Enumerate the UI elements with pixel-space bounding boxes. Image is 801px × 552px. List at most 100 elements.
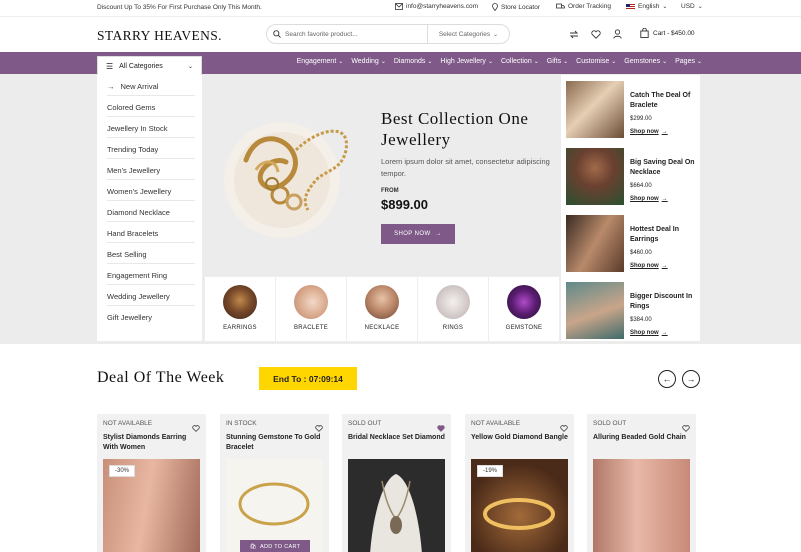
product-name[interactable]: Yellow Gold Diamond Bangle (471, 433, 569, 443)
mail-icon (395, 3, 403, 10)
banner-price: $899.00 (381, 197, 428, 212)
arrow-right-icon: → (107, 82, 115, 91)
sidebar-item-trending-today[interactable]: Trending Today (107, 145, 195, 159)
sidebar-item-wedding-jewellery[interactable]: Wedding Jewellery (107, 292, 195, 306)
order-tracking-link[interactable]: Order Tracking (556, 3, 611, 10)
compare-button[interactable] (567, 27, 581, 41)
product-card[interactable]: SOLD OUT Alluring Beaded Gold Chain (587, 414, 696, 552)
arrow-right-icon: → (661, 263, 668, 269)
sidebar-item-gift-jewellery[interactable]: Gift Jewellery (107, 313, 195, 326)
product-name[interactable]: Stylist Diamonds Earring With Women (103, 433, 201, 453)
nav-label: Wedding (351, 58, 379, 65)
add-to-cart-label: ADD TO CART (260, 544, 301, 550)
nav-item-collection[interactable]: Collection ⌄ (501, 58, 539, 65)
sidebar-item-colored-gems[interactable]: Colored Gems (107, 103, 195, 117)
sidebar-item-engagement-ring[interactable]: Engagement Ring (107, 271, 195, 285)
next-button[interactable]: → (682, 370, 700, 388)
promo-text: Discount Up To 35% For First Purchase On… (97, 4, 262, 11)
nav-item-high-jewellery[interactable]: High Jewellery ⌄ (440, 58, 493, 65)
category-braclete[interactable]: BRACLETE (276, 277, 347, 341)
top-bar: Discount Up To 35% For First Purchase On… (0, 0, 801, 16)
deal-price: $384.00 (630, 317, 652, 323)
product-name[interactable]: Stunning Gemstone To Gold Bracelet (226, 433, 324, 453)
shop-now-link[interactable]: Shop now → (630, 263, 668, 269)
nav-item-wedding[interactable]: Wedding ⌄ (351, 58, 386, 65)
product-name[interactable]: Bridal Necklace Set Diamond (348, 433, 446, 443)
language-select[interactable]: English ⌄ (626, 3, 667, 10)
currency-select[interactable]: USD ⌄ (681, 3, 703, 10)
shop-now-button[interactable]: SHOP NOW → (381, 224, 455, 244)
wishlist-button[interactable] (589, 27, 603, 41)
product-status: NOT AVAILABLE (103, 420, 153, 427)
shop-now-link[interactable]: Shop now → (630, 196, 668, 202)
gemstone-image (507, 285, 541, 319)
shop-now-link[interactable]: Shop now → (630, 129, 668, 135)
sidebar-item-diamond-necklace[interactable]: Diamond Necklace (107, 208, 195, 222)
product-image: -19% (471, 459, 568, 552)
logo[interactable]: STARRY HEAVENS. (97, 28, 222, 44)
all-categories-button[interactable]: ☰ All Categories ⌄ (97, 56, 202, 75)
deal-price: $664.00 (630, 183, 652, 189)
nav-menu: Engagement ⌄ Wedding ⌄ Diamonds ⌄ High Jewe… (297, 58, 702, 65)
product-name[interactable]: Alluring Beaded Gold Chain (593, 433, 691, 443)
category-necklace[interactable]: NECKLACE (347, 277, 418, 341)
search-input[interactable]: Search favorite product... (267, 30, 427, 38)
product-card[interactable]: SOLD OUT Bridal Necklace Set Diamond (342, 414, 451, 552)
add-to-cart-button[interactable]: 🛍 ADD TO CART (240, 540, 310, 552)
email-link[interactable]: info@starryheavens.com (395, 3, 478, 10)
nav-item-pages[interactable]: Pages ⌄ (675, 58, 702, 65)
banner-jewelry-image (224, 122, 348, 238)
chevron-down-icon: ⌄ (696, 59, 702, 65)
necklace-image (365, 285, 399, 319)
sidebar-item-new-arrival[interactable]: → New Arrival (107, 82, 195, 96)
store-locator-link[interactable]: Store Locator (492, 3, 540, 11)
sidebar-item-jewellery-in-stock[interactable]: Jewellery In Stock (107, 124, 195, 138)
nav-label: Customise (576, 58, 610, 65)
account-button[interactable] (610, 27, 624, 41)
rings-image (436, 285, 470, 319)
shop-now-link[interactable]: Shop now → (630, 330, 668, 336)
arrow-right-icon: → (661, 196, 668, 202)
arrow-right-icon: → (686, 374, 696, 384)
category-earrings[interactable]: EARRINGS (205, 277, 276, 341)
chevron-down-icon: ⌄ (611, 59, 617, 65)
nav-item-gemstones[interactable]: Gemstones ⌄ (624, 58, 667, 65)
prev-button[interactable]: ← (658, 370, 676, 388)
category-gemstone[interactable]: GEMSTONE (489, 277, 559, 341)
product-card[interactable]: IN STOCK Stunning Gemstone To Gold Brace… (220, 414, 329, 552)
product-card[interactable]: NOT AVAILABLE Stylist Diamonds Earring W… (97, 414, 206, 552)
search-icon (273, 30, 281, 38)
nav-label: Collection (500, 58, 532, 65)
currency-text: USD (681, 3, 695, 10)
banner-title: Best Collection One Jewellery (381, 109, 529, 149)
rings-deal-image (566, 282, 624, 339)
category-select[interactable]: Select Categories ⌄ (427, 24, 509, 44)
category-strip: EARRINGS BRACLETE NECKLACE RINGS GEMSTON… (204, 276, 560, 342)
nav-item-customise[interactable]: Customise ⌄ (576, 58, 616, 65)
nav-item-gifts[interactable]: Gifts ⌄ (547, 58, 568, 65)
cart-button[interactable]: Cart - $450.00 (640, 28, 695, 38)
category-label: GEMSTONE (505, 325, 543, 331)
product-status: SOLD OUT (593, 420, 627, 427)
email-text: info@starryheavens.com (406, 3, 478, 10)
banner-from-label: FROM (381, 188, 399, 194)
sidebar-item-womens-jewellery[interactable]: Women's Jewellery (107, 187, 195, 201)
nav-item-engagement[interactable]: Engagement ⌄ (297, 58, 344, 65)
deal-title: Bigger Discount In Rings (630, 293, 693, 310)
discount-badge: -19% (477, 465, 504, 477)
product-card[interactable]: NOT AVAILABLE Yellow Gold Diamond Bangle… (465, 414, 574, 552)
category-label: EARRINGS (223, 325, 257, 331)
chevron-down-icon: ⌄ (380, 59, 386, 65)
language-text: English (638, 3, 660, 10)
nav-item-diamonds[interactable]: Diamonds ⌄ (394, 58, 433, 65)
discount-badge: -30% (109, 465, 136, 477)
sidebar-item-best-selling[interactable]: Best Selling (107, 250, 195, 264)
sidebar-item-hand-bracelets[interactable]: Hand Bracelets (107, 229, 195, 243)
search-bar[interactable]: Search favorite product... Select Catego… (266, 24, 510, 44)
banner-description: Lorem ipsum dolor sit amet, consectetur … (381, 157, 550, 178)
sidebar-item-mens-jewellery[interactable]: Men's Jewellery (107, 166, 195, 180)
category-select-text: Select Categories (438, 30, 491, 38)
chevron-down-icon: ⌄ (563, 59, 569, 65)
countdown-timer: End To : 07:09:14 (259, 367, 357, 390)
category-rings[interactable]: RINGS (418, 277, 489, 341)
